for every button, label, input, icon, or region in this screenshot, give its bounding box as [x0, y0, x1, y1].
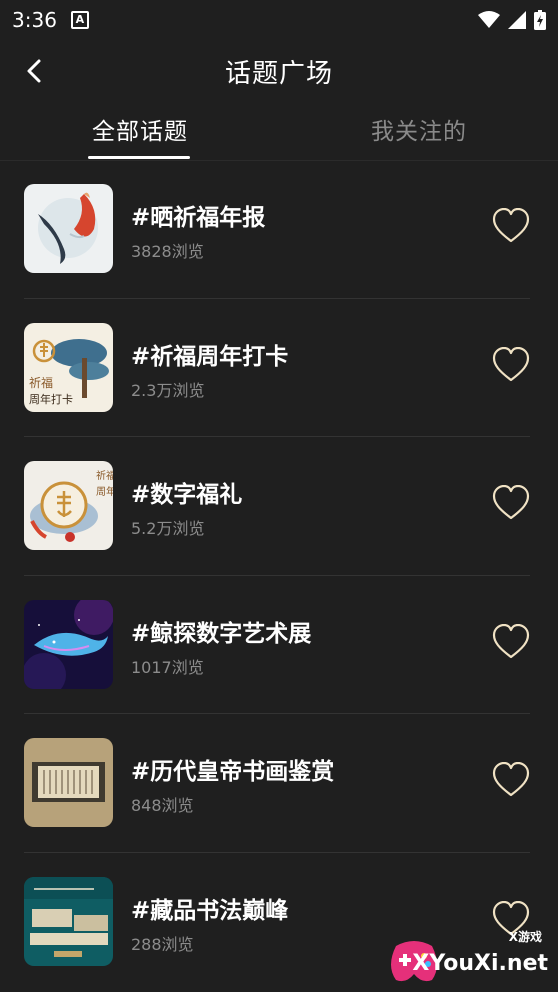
heart-icon[interactable] — [492, 623, 530, 660]
watermark-small-text: X游戏 — [508, 930, 542, 944]
topic-thumbnail-pine: 祈福 周年打卡 — [24, 322, 113, 412]
thumb-text-checkin: 周年打卡 — [29, 392, 73, 406]
watermark-text: XYouXi.net — [412, 951, 548, 976]
signal-icon — [508, 11, 526, 29]
site-watermark: X游戏 XYouXi.net — [386, 926, 554, 988]
header: 话题广场 — [0, 40, 558, 102]
topic-list: #晒祈福年报 3828浏览 祈福 周年打卡 #祈福周年打卡 2.3万浏览 祈福 … — [0, 160, 558, 990]
thumb-text-blessing: 祈福 — [96, 469, 113, 482]
tab-followed-topics[interactable]: 我关注的 — [349, 112, 489, 146]
topic-title: #晒祈福年报 — [131, 205, 266, 231]
heart-icon[interactable] — [492, 761, 530, 798]
tab-all-topics[interactable]: 全部话题 — [70, 112, 210, 146]
topic-row[interactable]: 祈福 周年打卡 #祈福周年打卡 2.3万浏览 — [24, 299, 530, 437]
battery-icon — [534, 10, 546, 30]
topic-thumbnail-scroll — [24, 738, 113, 827]
topic-view-count: 2.3万浏览 — [131, 380, 205, 400]
topic-title: #鲸探数字艺术展 — [131, 620, 312, 647]
heart-icon[interactable] — [492, 484, 530, 521]
topic-row[interactable]: #历代皇帝书画鉴赏 848浏览 — [24, 714, 530, 853]
topic-thumbnail-koi — [24, 184, 113, 273]
notification-icon: A — [70, 11, 89, 29]
page-title: 话题广场 — [224, 58, 333, 89]
topic-view-count: 288浏览 — [131, 934, 194, 954]
topic-view-count: 3828浏览 — [131, 242, 204, 261]
back-icon[interactable] — [22, 56, 50, 86]
active-tab-indicator — [88, 156, 190, 159]
topic-thumbnail-fortune: 祈福 周年 — [24, 461, 113, 550]
topic-title: #藏品书法巅峰 — [131, 897, 289, 924]
heart-icon[interactable] — [492, 346, 530, 383]
topic-title: #历代皇帝书画鉴赏 — [131, 759, 335, 785]
topic-thumbnail-whale — [24, 599, 113, 689]
topic-title: #祈福周年打卡 — [131, 343, 289, 370]
topic-row[interactable]: #晒祈福年报 3828浏览 — [24, 160, 530, 299]
thumb-text-anniversary: 周年 — [96, 485, 113, 498]
heart-icon[interactable] — [492, 207, 530, 244]
status-bar: 3:36 A — [0, 0, 558, 40]
thumb-text-blessing: 祈福 — [29, 375, 53, 390]
status-time: 3:36 — [12, 8, 57, 32]
topic-thumbnail-calligraphy — [24, 876, 113, 966]
wifi-icon — [478, 11, 500, 29]
topic-view-count: 1017浏览 — [131, 657, 204, 677]
topic-row[interactable]: #鲸探数字艺术展 1017浏览 — [24, 576, 530, 714]
topic-view-count: 848浏览 — [131, 796, 194, 815]
topic-view-count: 5.2万浏览 — [131, 519, 205, 538]
tab-bar: 全部话题 我关注的 — [0, 102, 558, 161]
topic-title: #数字福礼 — [131, 482, 243, 508]
topic-row[interactable]: 祈福 周年 #数字福礼 5.2万浏览 — [24, 437, 530, 576]
